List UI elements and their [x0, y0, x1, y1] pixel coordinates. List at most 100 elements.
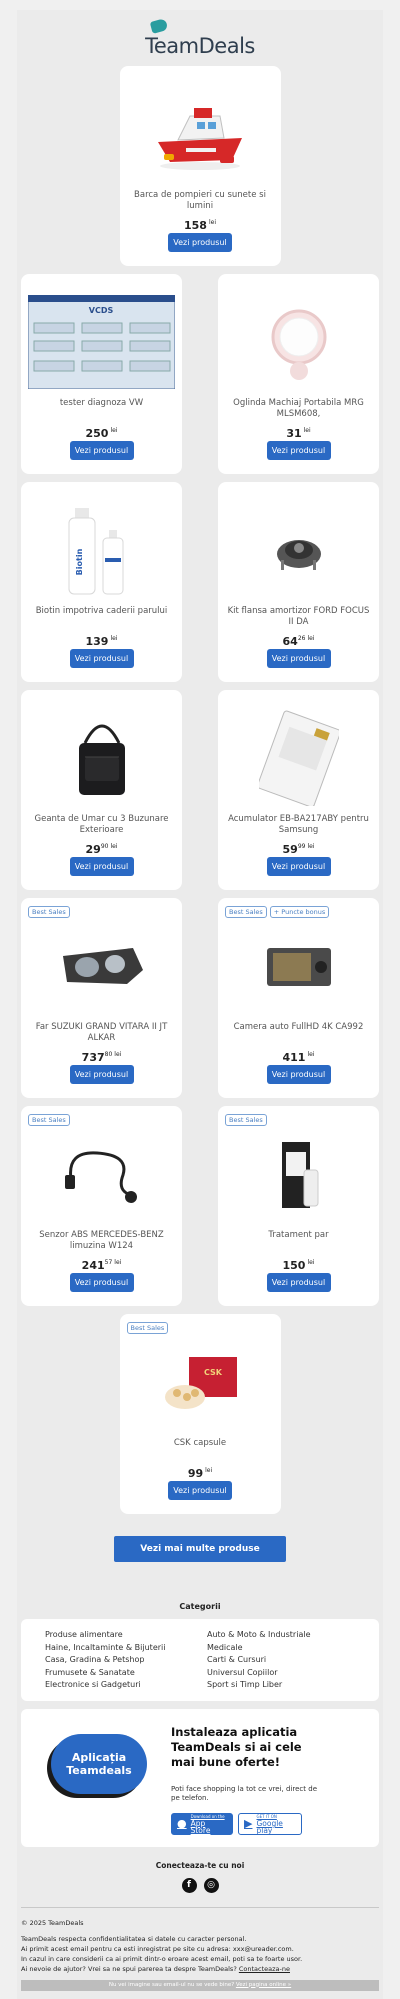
- product-price: 31 lei: [286, 427, 311, 440]
- app-promo-title: Instaleaza aplicatia TeamDeals si ai cel…: [171, 1724, 302, 1769]
- csk-box-label: CSK: [204, 1368, 223, 1377]
- product-card[interactable]: Kit flansa amortizor FORD FOCUS II DA 64…: [218, 482, 379, 682]
- footer-text: In cazul in care considerii ca ai primit…: [21, 1954, 303, 1963]
- header: TeamDeals: [17, 10, 383, 66]
- product-price: 158 lei: [184, 219, 216, 232]
- view-product-button[interactable]: Vezi produsul: [69, 441, 134, 460]
- compact-mirror-image[interactable]: [228, 292, 369, 392]
- product-price: 2990 lei: [85, 843, 118, 856]
- product-price: 139 lei: [85, 635, 118, 648]
- app-badge: Aplicația Teamdeals: [51, 1733, 147, 1794]
- teamdeals-logo[interactable]: TeamDeals: [145, 18, 255, 58]
- footer-text: TeamDeals respecta confidentialitatea si…: [21, 1934, 247, 1943]
- product-name[interactable]: CSK capsule: [128, 1438, 273, 1449]
- product-name[interactable]: Geanta de Umar cu 3 Buzunare Exterioare: [29, 814, 174, 836]
- view-product-button[interactable]: Vezi produsul: [168, 233, 232, 252]
- social-title: Conecteaza-te cu noi: [155, 1860, 245, 1870]
- vcds-title: VCDS: [89, 306, 114, 315]
- view-product-button[interactable]: Vezi produsul: [266, 1065, 331, 1084]
- email-container: TeamDeals Barca de pompieri cu sunete si…: [17, 10, 383, 1999]
- strut-mount-image[interactable]: [228, 500, 369, 600]
- divider: [21, 1906, 379, 1908]
- shoulder-bag-image[interactable]: [31, 708, 172, 808]
- product-price: 99 lei: [187, 1467, 213, 1480]
- product-name[interactable]: Senzor ABS MERCEDES-BENZ limuzina W124: [29, 1230, 174, 1252]
- view-product-button[interactable]: Vezi produsul: [266, 441, 331, 460]
- contact-link[interactable]: Contacteaza-ne: [239, 1965, 290, 1973]
- view-product-button[interactable]: Vezi produsul: [266, 857, 331, 876]
- view-product-button[interactable]: Vezi produsul: [69, 649, 134, 668]
- copyright: © 2025 TeamDeals: [21, 1918, 84, 1927]
- product-name[interactable]: Tratament par: [226, 1230, 371, 1241]
- product-card[interactable]: Acumulator EB-BA217ABY pentru Samsung 59…: [218, 690, 379, 890]
- product-card[interactable]: Best Sales CSK CSK capsule 99 lei Vezi pr…: [119, 1314, 281, 1514]
- product-card[interactable]: Best Sales Far SUZUKI GRAND VITARA II JT…: [21, 898, 182, 1098]
- product-card[interactable]: VCDS tester diagnoza VW 250 lei Vezi prod…: [21, 274, 182, 474]
- product-card[interactable]: Best Sales + Puncte bonus Camera auto Fu…: [218, 898, 379, 1098]
- product-card[interactable]: Biotin Biotin impotriva caderii parului …: [21, 482, 182, 682]
- tag-icon: [149, 18, 169, 34]
- app-store-button[interactable]: ● Download on the App Store: [171, 1812, 233, 1835]
- view-product-button[interactable]: Vezi produsul: [266, 649, 331, 668]
- product-name[interactable]: Acumulator EB-BA217ABY pentru Samsung: [226, 814, 371, 836]
- product-card[interactable]: Best Sales Tratament par 150 lei Vezi pro…: [218, 1106, 379, 1306]
- category-link[interactable]: Haine, Incaltaminte & Bijuterii: [45, 1642, 197, 1654]
- view-product-button[interactable]: Vezi produsul: [69, 1273, 134, 1292]
- view-more-products-button[interactable]: Vezi mai multe produse: [114, 1536, 286, 1562]
- instagram-icon[interactable]: ◎: [203, 1877, 219, 1893]
- product-name[interactable]: Kit flansa amortizor FORD FOCUS II DA: [226, 606, 371, 628]
- product-price: 6426 lei: [282, 635, 315, 648]
- category-link[interactable]: Sport si Timp Liber: [207, 1679, 359, 1691]
- product-name[interactable]: Oglinda Machiaj Portabila MRG MLSM608,: [226, 398, 371, 420]
- product-name[interactable]: Biotin impotriva caderii parului: [29, 606, 174, 617]
- product-name[interactable]: tester diagnoza VW: [29, 398, 174, 409]
- view-online-bar: Nu vei imagine sau email-ul nu se vede b…: [21, 1979, 379, 1991]
- category-link[interactable]: Electronice si Gadgeturi: [45, 1679, 197, 1691]
- product-price: 250 lei: [85, 427, 118, 440]
- view-product-button[interactable]: Vezi produsul: [168, 1481, 232, 1500]
- product-grid: Barca de pompieri cu sunete si lumini 15…: [17, 66, 383, 1514]
- categories-title: Categorii: [179, 1602, 221, 1611]
- hair-treatment-box-image[interactable]: [228, 1124, 369, 1224]
- category-link[interactable]: Medicale: [207, 1642, 359, 1654]
- facebook-icon[interactable]: f: [181, 1877, 197, 1893]
- product-price: 73780 lei: [81, 1051, 122, 1064]
- vcds-screenshot-image[interactable]: VCDS: [28, 292, 175, 392]
- biotin-bottles-image[interactable]: Biotin: [31, 500, 172, 600]
- category-link[interactable]: Carti & Cursuri: [207, 1654, 359, 1666]
- headlight-image[interactable]: [31, 916, 172, 1016]
- view-online-link[interactable]: Vezi pagina online »: [236, 1982, 291, 1988]
- product-name[interactable]: Barca de pompieri cu sunete si lumini: [128, 190, 273, 212]
- app-promo-description: Poti face shopping la tot ce vrei, direc…: [171, 1784, 317, 1802]
- category-link[interactable]: Produse alimentare: [45, 1629, 197, 1641]
- category-link[interactable]: Auto & Moto & Industriale: [207, 1629, 359, 1641]
- google-play-button[interactable]: ▶ GET IT ON Google play: [238, 1812, 302, 1835]
- categories-list: Produse alimentare Auto & Moto & Industr…: [21, 1619, 379, 1701]
- product-card[interactable]: Oglinda Machiaj Portabila MRG MLSM608, 3…: [218, 274, 379, 474]
- csk-capsules-image[interactable]: CSK: [130, 1332, 271, 1432]
- abs-sensor-image[interactable]: [31, 1124, 172, 1224]
- product-card[interactable]: Barca de pompieri cu sunete si lumini 15…: [119, 66, 281, 266]
- product-price: 5999 lei: [282, 843, 315, 856]
- product-price: 411 lei: [282, 1051, 315, 1064]
- product-name[interactable]: Camera auto FullHD 4K CA992: [226, 1022, 371, 1033]
- social-links: f ◎: [17, 1877, 383, 1893]
- footer-text: Ai primit acest email pentru ca esti inr…: [21, 1944, 294, 1953]
- product-price: 150 lei: [282, 1259, 315, 1272]
- category-link[interactable]: Casa, Gradina & Petshop: [45, 1654, 197, 1666]
- phone-battery-image[interactable]: [228, 708, 369, 808]
- category-link[interactable]: Universul Copiilor: [207, 1667, 359, 1679]
- footer-text: Ai nevoie de ajutor? Vrei sa ne spui par…: [21, 1964, 237, 1973]
- view-product-button[interactable]: Vezi produsul: [69, 1065, 134, 1084]
- product-card[interactable]: Best Sales Senzor ABS MERCEDES-BENZ limu…: [21, 1106, 182, 1306]
- category-link[interactable]: Frumusete & Sanatate: [45, 1667, 197, 1679]
- biotin-label: Biotin: [75, 548, 84, 575]
- view-product-button[interactable]: Vezi produsul: [69, 857, 134, 876]
- view-product-button[interactable]: Vezi produsul: [266, 1273, 331, 1292]
- product-name[interactable]: Far SUZUKI GRAND VITARA II JT ALKAR: [29, 1022, 174, 1044]
- product-card[interactable]: Geanta de Umar cu 3 Buzunare Exterioare …: [21, 690, 182, 890]
- fire-boat-toy-image[interactable]: [130, 84, 271, 184]
- dash-camera-image[interactable]: [228, 916, 369, 1016]
- play-icon: ▶: [244, 1817, 253, 1830]
- apple-icon: ●: [177, 1817, 187, 1830]
